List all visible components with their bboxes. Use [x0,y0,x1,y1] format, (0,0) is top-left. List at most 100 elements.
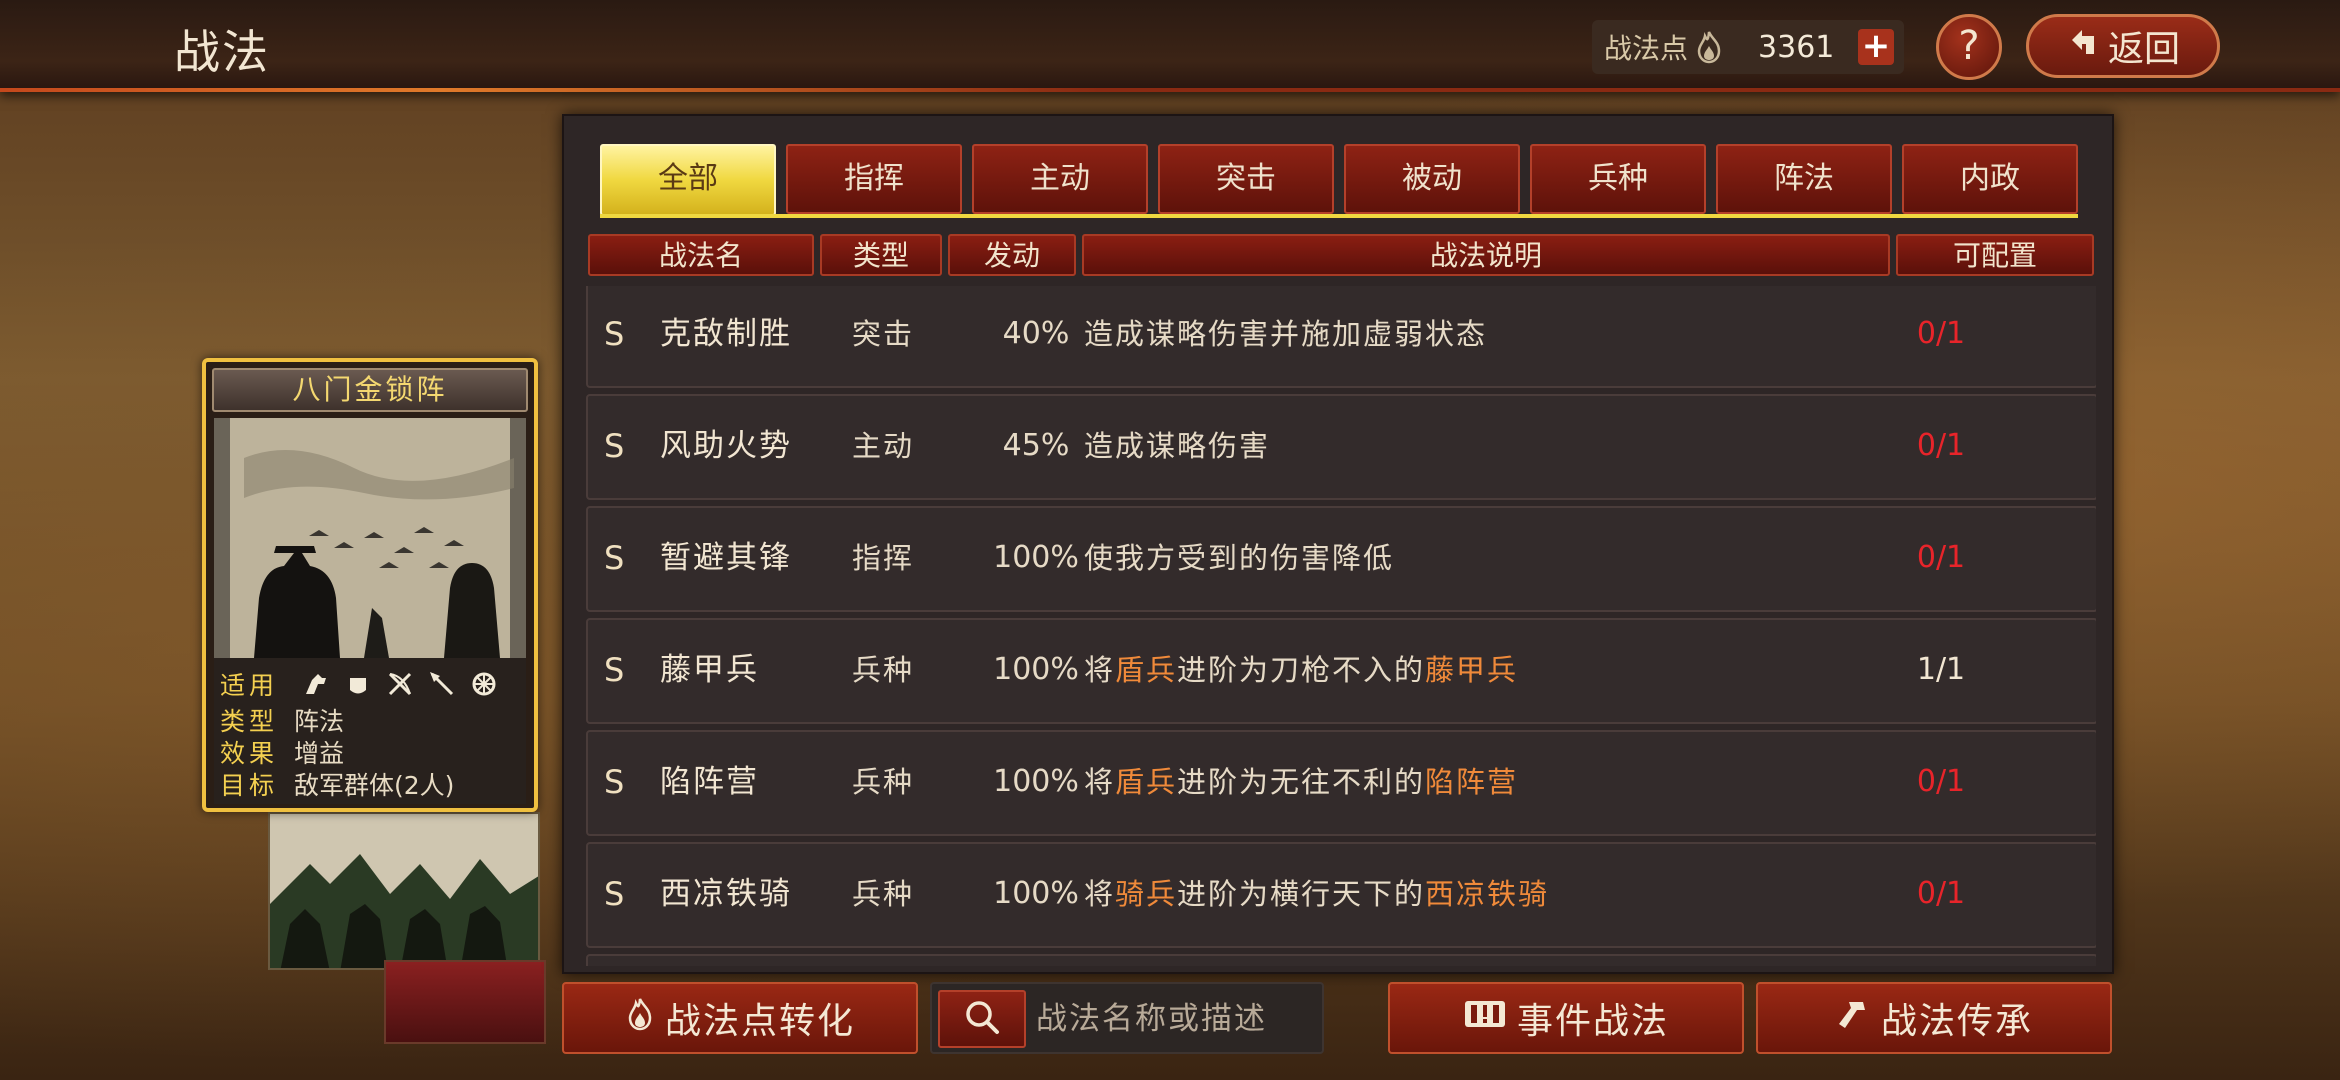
convert-points-label: 战法点转化 [664,1001,855,1042]
siege-icon [470,670,498,704]
card-target-row: 目标 敌军群体(2人) [220,766,454,802]
col-cap[interactable]: 可配置 [1896,234,2094,276]
tactic-points-box: 战法点 3361 + [1592,20,1904,74]
table-row[interactable]: S 藤甲兵 兵种 100% 将盾兵进阶为刀枪不入的藤甲兵 1/1 [586,618,2096,724]
row-cap: 0/1 [1916,764,1966,799]
tab-active[interactable]: 主动 [972,144,1148,214]
search-input[interactable] [1036,990,1316,1048]
tab-bar: 全部 指挥 主动 突击 被动 兵种 阵法 内政 [600,144,2078,216]
table-row[interactable]: S 风助火势 主动 45% 造成谋略伤害 0/1 [586,394,2096,500]
card-stack-image-2 [384,960,546,1044]
row-grade: S [604,763,625,801]
row-cap: 1/1 [1916,652,1966,687]
top-bar: 战法 战法点 3361 + ? 返回 [0,0,2340,92]
tactic-inherit-button[interactable]: 战法传承 [1756,982,2112,1054]
tab-command[interactable]: 指挥 [786,144,962,214]
archer-icon [386,670,414,704]
tactics-list[interactable]: S 克敌制胜 突击 40% 造成谋略伤害并施加虚弱状态 0/1 S 风助火势 主… [582,286,2096,966]
search-icon [962,997,1002,1041]
tactics-panel: 全部 指挥 主动 突击 被动 兵种 阵法 内政 战法名 类型 发动 战法说明 可… [562,114,2114,974]
page-title: 战法 [174,25,270,79]
row-desc: 造成谋略伤害并施加虚弱状态 [1084,317,1488,351]
table-row[interactable]: S 陷阵营 兵种 100% 将盾兵进阶为无往不利的陷阵营 0/1 [586,730,2096,836]
table-row[interactable]: S 西凉铁骑 兵种 100% 将骑兵进阶为横行天下的西凉铁骑 0/1 [586,842,2096,948]
fire-icon [1694,27,1724,64]
back-label: 返回 [2107,29,2180,70]
row-grade: S [604,539,625,577]
event-tactics-button[interactable]: 事件战法 [1388,982,1744,1054]
row-grade: S [604,427,625,465]
tab-formation[interactable]: 阵法 [1716,144,1892,214]
row-cap: 0/1 [1916,876,1966,911]
card-info: 适用 类型 阵法 效果 增益 目标 敌军群体(2人) [214,658,526,804]
shield-icon [344,670,372,704]
row-type: 兵种 [852,765,915,799]
card-stack-image [268,812,540,970]
tactic-inherit-label: 战法传承 [1880,1001,2033,1042]
tab-passive[interactable]: 被动 [1344,144,1520,214]
card-effect-row: 效果 增益 [220,734,344,770]
tab-internal[interactable]: 内政 [1902,144,2078,214]
card-target-value: 敌军群体(2人) [294,771,455,800]
row-name: 风助火势 [660,428,792,464]
alert-card-icon [1463,997,1507,1040]
row-name: 克敌制胜 [660,316,792,352]
card-title: 八门金锁阵 [212,368,528,412]
row-desc: 将骑兵进阶为横行天下的西凉铁骑 [1084,877,1550,911]
tab-all[interactable]: 全部 [600,144,776,216]
search-button[interactable] [938,990,1026,1048]
tactic-detail-card: 八门金锁阵 适用 类型 阵法 效果 增益 目标 敌军群体(2人) [202,358,538,812]
row-grade: S [604,315,625,353]
tab-assault[interactable]: 突击 [1158,144,1334,214]
spear-icon [428,670,456,704]
col-name[interactable]: 战法名 [588,234,814,276]
row-type: 主动 [852,429,915,463]
back-button[interactable]: 返回 [2026,14,2220,78]
row-name: 暂避其锋 [660,540,792,576]
tab-troop[interactable]: 兵种 [1530,144,1706,214]
card-type-label: 类型 [220,707,279,736]
row-desc: 将盾兵进阶为刀枪不入的藤甲兵 [1084,653,1519,687]
table-row[interactable]: S 克敌制胜 突击 40% 造成谋略伤害并施加虚弱状态 0/1 [586,286,2096,388]
column-headers: 战法名 类型 发动 战法说明 可配置 [588,234,2094,276]
table-row[interactable]: S 暂避其锋 指挥 100% 使我方受到的伤害降低 0/1 [586,506,2096,612]
event-tactics-label: 事件战法 [1516,1001,1669,1042]
help-button[interactable]: ? [1936,14,2002,80]
tactic-points-label: 战法点 [1604,32,1689,65]
row-desc: 将盾兵进阶为无往不利的陷阵营 [1084,765,1519,799]
row-name: 陷阵营 [660,764,759,800]
row-type: 兵种 [852,653,915,687]
row-cap: 0/1 [1916,428,1966,463]
row-name: 西凉铁骑 [660,876,792,912]
search-box [930,982,1324,1054]
back-arrow-icon [2066,24,2102,69]
col-desc: 战法说明 [1082,234,1890,276]
card-target-label: 目标 [220,771,279,800]
tab-underline [600,214,2078,218]
row-name: 藤甲兵 [660,652,759,688]
row-cap: 0/1 [1916,540,1966,575]
fire-icon [625,993,655,1040]
tactic-points-value: 3361 [1758,29,1835,65]
row-grade: S [604,651,625,689]
card-artwork [214,418,526,658]
convert-points-button[interactable]: 战法点转化 [562,982,918,1054]
cavalry-icon [302,670,330,704]
row-desc: 使我方受到的伤害降低 [1084,541,1395,575]
col-type[interactable]: 类型 [820,234,942,276]
row-desc: 造成谋略伤害 [1084,429,1271,463]
card-type-value: 阵法 [294,707,345,736]
card-effect-value: 增益 [294,739,345,768]
card-effect-label: 效果 [220,739,279,768]
row-type: 兵种 [852,877,915,911]
row-grade: S [604,875,625,913]
table-row[interactable] [586,954,2096,966]
add-points-button[interactable]: + [1858,29,1894,65]
hammer-icon [1835,996,1871,1041]
row-type: 突击 [852,317,915,351]
row-cap: 0/1 [1916,316,1966,351]
card-type-row: 类型 阵法 [220,702,344,738]
card-apply-row: 适用 [220,666,498,704]
col-rate[interactable]: 发动 [948,234,1076,276]
card-apply-label: 适用 [220,671,279,700]
